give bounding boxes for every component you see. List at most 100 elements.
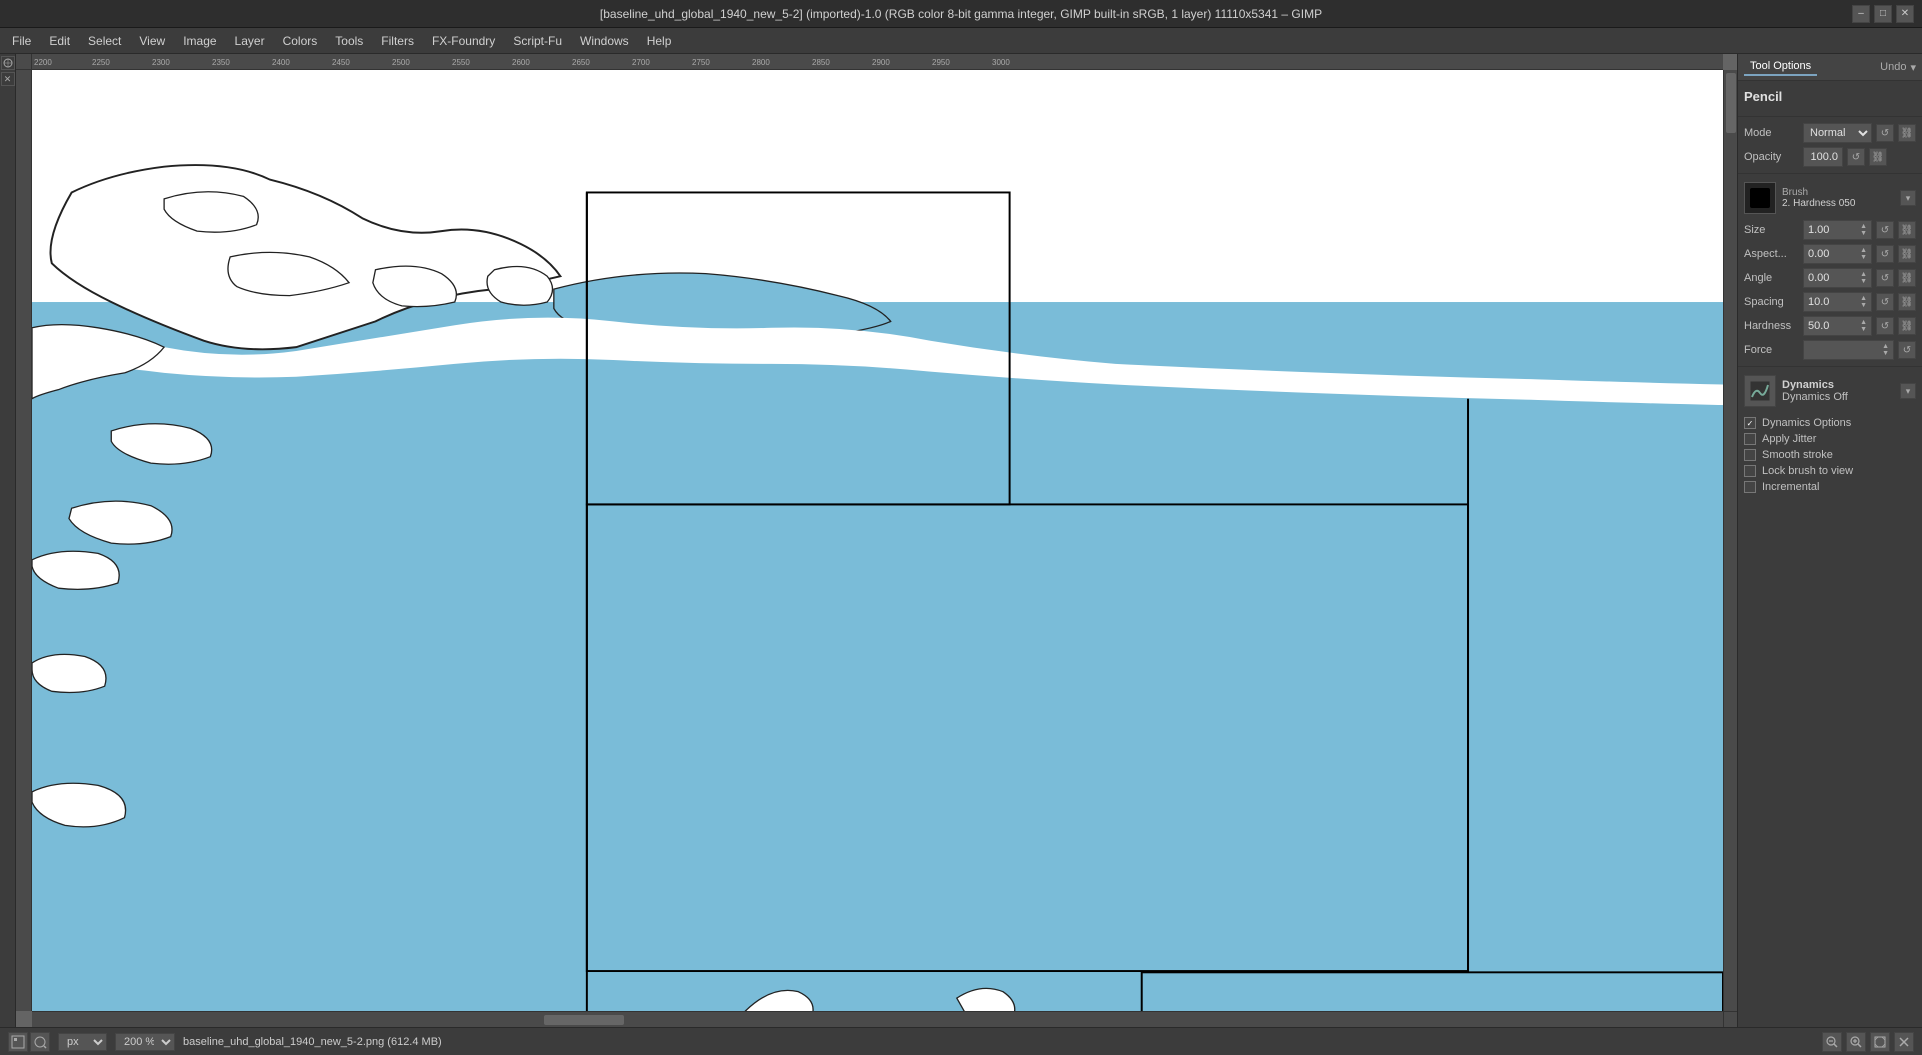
- angle-value-box[interactable]: 0.00 ▲ ▼: [1803, 268, 1872, 288]
- divider-2: [1738, 173, 1922, 174]
- spacing-spinners[interactable]: ▲ ▼: [1860, 295, 1867, 309]
- zoom-select[interactable]: 200 % 100 % 50 %: [115, 1033, 175, 1051]
- smooth-stroke-label: Smooth stroke: [1762, 449, 1833, 461]
- vertical-scrollbar-thumb[interactable]: [1726, 73, 1736, 133]
- zoom-100-button[interactable]: [30, 1032, 50, 1052]
- minimize-button[interactable]: –: [1852, 5, 1870, 23]
- hardness-chain-button[interactable]: ⛓: [1898, 317, 1916, 335]
- right-scrollbar[interactable]: [1723, 70, 1737, 1011]
- spacing-reset-button[interactable]: ↺: [1876, 293, 1894, 311]
- dynamics-options-checkbox[interactable]: ✓: [1744, 417, 1756, 429]
- angle-down-spinner[interactable]: ▼: [1860, 278, 1867, 285]
- hardness-up-spinner[interactable]: ▲: [1860, 319, 1867, 326]
- close-panel-button[interactable]: ✕: [1, 72, 15, 86]
- brush-preview[interactable]: [1744, 182, 1776, 214]
- menu-filters[interactable]: Filters: [373, 32, 422, 50]
- force-down-spinner[interactable]: ▼: [1882, 350, 1889, 357]
- hardness-spinners[interactable]: ▲ ▼: [1860, 319, 1867, 333]
- dynamics-value: Dynamics Off: [1782, 391, 1848, 403]
- aspect-value-box[interactable]: 0.00 ▲ ▼: [1803, 244, 1872, 264]
- angle-spinners[interactable]: ▲ ▼: [1860, 271, 1867, 285]
- svg-text:2850: 2850: [812, 58, 830, 67]
- spacing-value-box[interactable]: 10.0 ▲ ▼: [1803, 292, 1872, 312]
- left-panel: ✕: [0, 54, 16, 1027]
- size-chain-button[interactable]: ⛓: [1898, 221, 1916, 239]
- menu-select[interactable]: Select: [80, 32, 129, 50]
- status-zoom-in-button[interactable]: [1846, 1032, 1866, 1052]
- mode-select[interactable]: Normal Dissolve Multiply: [1803, 123, 1872, 143]
- menu-file[interactable]: File: [4, 32, 39, 50]
- menu-colors[interactable]: Colors: [275, 32, 326, 50]
- aspect-down-spinner[interactable]: ▼: [1860, 254, 1867, 261]
- menu-help[interactable]: Help: [639, 32, 680, 50]
- status-close-button[interactable]: [1894, 1032, 1914, 1052]
- aspect-reset-button[interactable]: ↺: [1876, 245, 1894, 263]
- maximize-button[interactable]: □: [1874, 5, 1892, 23]
- status-zoom-out-button[interactable]: [1822, 1032, 1842, 1052]
- mode-chain-button[interactable]: ⛓: [1898, 124, 1916, 142]
- status-fullscreen-button[interactable]: [1870, 1032, 1890, 1052]
- angle-up-spinner[interactable]: ▲: [1860, 271, 1867, 278]
- opacity-chain-button[interactable]: ⛓: [1869, 148, 1887, 166]
- spacing-down-spinner[interactable]: ▼: [1860, 302, 1867, 309]
- incremental-checkbox[interactable]: [1744, 481, 1756, 493]
- size-up-spinner[interactable]: ▲: [1860, 223, 1867, 230]
- scrollbar-corner: [1723, 1011, 1737, 1027]
- svg-text:2400: 2400: [272, 58, 290, 67]
- aspect-chain-button[interactable]: ⛓: [1898, 245, 1916, 263]
- tab-tool-options[interactable]: Tool Options: [1744, 58, 1817, 76]
- force-value-box[interactable]: ▲ ▼: [1803, 340, 1894, 360]
- hardness-down-spinner[interactable]: ▼: [1860, 326, 1867, 333]
- hardness-reset-button[interactable]: ↺: [1876, 317, 1894, 335]
- close-button[interactable]: ✕: [1896, 5, 1914, 23]
- hardness-value-box[interactable]: 50.0 ▲ ▼: [1803, 316, 1872, 336]
- horizontal-scrollbar-thumb[interactable]: [544, 1015, 624, 1025]
- bottom-scrollbar[interactable]: [32, 1011, 1737, 1027]
- force-reset-button[interactable]: ↺: [1898, 341, 1916, 359]
- opacity-reset-button[interactable]: ↺: [1847, 148, 1865, 166]
- canvas-area[interactable]: 2200 2250 2300 2350 2400 2450 2500 2550 …: [16, 54, 1737, 1027]
- menu-edit[interactable]: Edit: [41, 32, 78, 50]
- dynamics-icon[interactable]: [1744, 375, 1776, 407]
- dynamics-info: Dynamics Dynamics Off: [1782, 379, 1848, 403]
- brush-row: Brush 2. Hardness 050 ▾: [1738, 178, 1922, 218]
- apply-jitter-checkbox[interactable]: [1744, 433, 1756, 445]
- undo-button[interactable]: Undo: [1880, 61, 1906, 73]
- tool-header-area: Pencil: [1738, 81, 1922, 112]
- aspect-spinners[interactable]: ▲ ▼: [1860, 247, 1867, 261]
- menu-windows[interactable]: Windows: [572, 32, 637, 50]
- menu-tools[interactable]: Tools: [327, 32, 371, 50]
- unit-select[interactable]: px mm in: [58, 1033, 107, 1051]
- navigator-icon[interactable]: [1, 56, 15, 70]
- dynamics-open-button[interactable]: ▾: [1900, 383, 1916, 399]
- size-spinners[interactable]: ▲ ▼: [1860, 223, 1867, 237]
- opacity-value[interactable]: 100.0: [1803, 147, 1843, 167]
- angle-reset-button[interactable]: ↺: [1876, 269, 1894, 287]
- divider-3: [1738, 366, 1922, 367]
- brush-open-button[interactable]: ▾: [1900, 190, 1916, 206]
- image-canvas[interactable]: [32, 70, 1723, 1011]
- spacing-up-spinner[interactable]: ▲: [1860, 295, 1867, 302]
- menu-script-fu[interactable]: Script-Fu: [505, 32, 570, 50]
- force-spinners[interactable]: ▲ ▼: [1882, 343, 1889, 357]
- menu-image[interactable]: Image: [175, 32, 224, 50]
- smooth-stroke-checkbox[interactable]: [1744, 449, 1756, 461]
- status-bar: px mm in 200 % 100 % 50 % baseline_uhd_g…: [0, 1027, 1922, 1055]
- zoom-fit-button[interactable]: [8, 1032, 28, 1052]
- spacing-chain-button[interactable]: ⛓: [1898, 293, 1916, 311]
- mode-reset-button[interactable]: ↺: [1876, 124, 1894, 142]
- force-up-spinner[interactable]: ▲: [1882, 343, 1889, 350]
- menu-view[interactable]: View: [131, 32, 173, 50]
- size-value: 1.00: [1808, 224, 1829, 236]
- lock-brush-checkbox[interactable]: [1744, 465, 1756, 477]
- svg-text:2550: 2550: [452, 58, 470, 67]
- angle-chain-button[interactable]: ⛓: [1898, 269, 1916, 287]
- size-reset-button[interactable]: ↺: [1876, 221, 1894, 239]
- menu-layer[interactable]: Layer: [227, 32, 273, 50]
- panel-menu-button[interactable]: ▾: [1910, 61, 1916, 74]
- menu-fx-foundry[interactable]: FX-Foundry: [424, 32, 503, 50]
- size-value-box[interactable]: 1.00 ▲ ▼: [1803, 220, 1872, 240]
- svg-text:2250: 2250: [92, 58, 110, 67]
- aspect-up-spinner[interactable]: ▲: [1860, 247, 1867, 254]
- size-down-spinner[interactable]: ▼: [1860, 230, 1867, 237]
